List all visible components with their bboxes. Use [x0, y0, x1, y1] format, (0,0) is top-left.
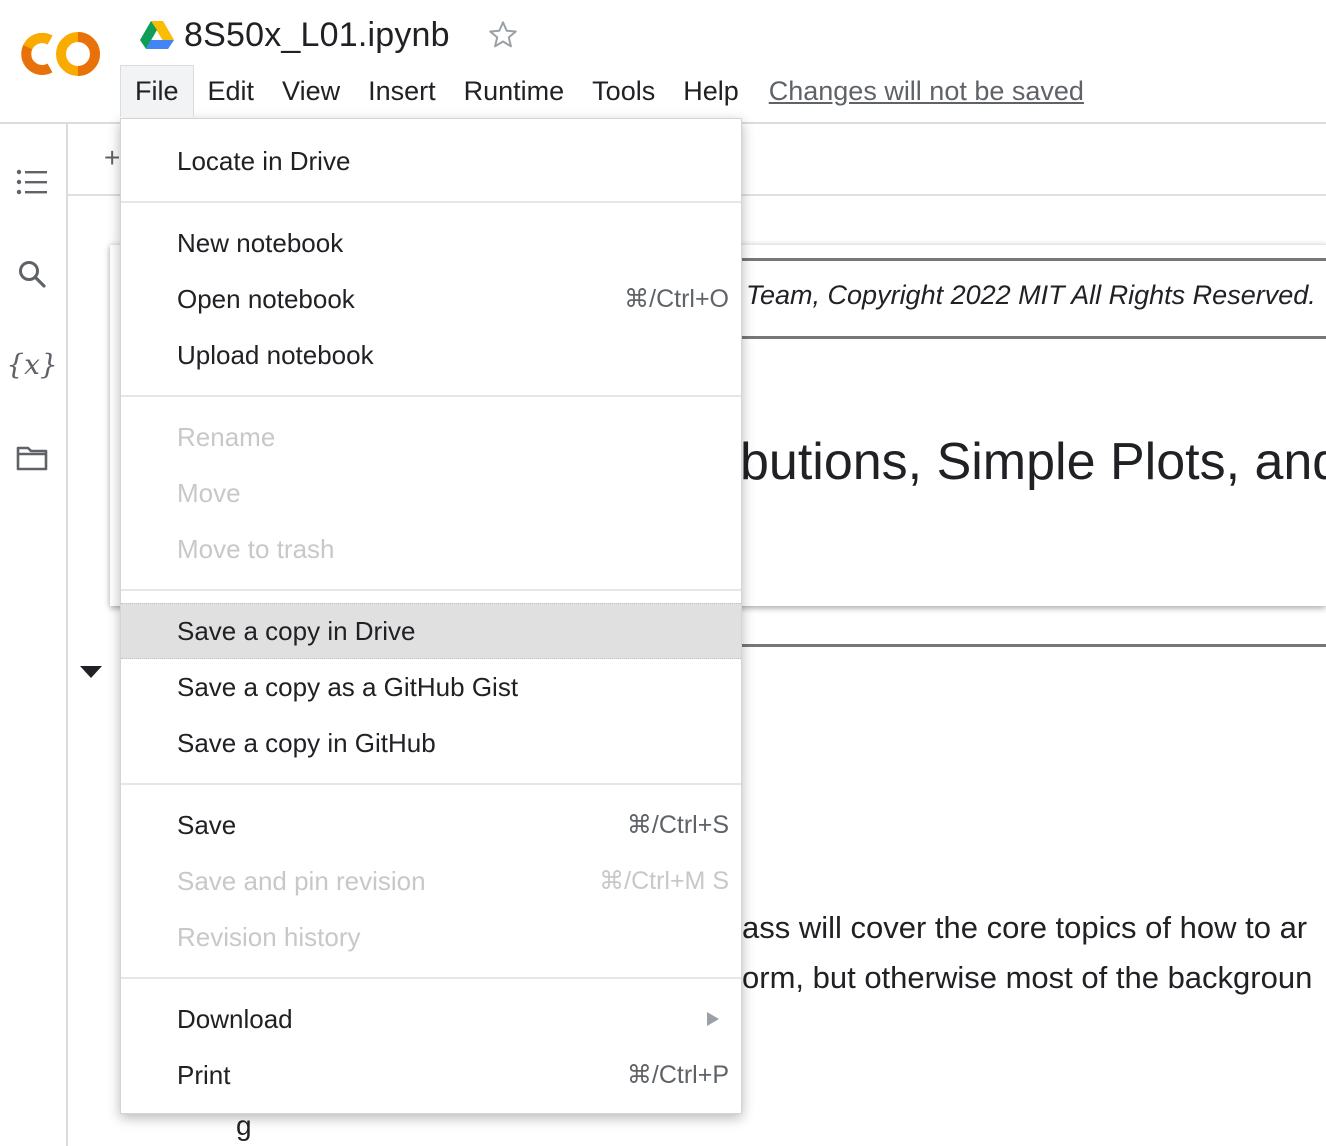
menu-item-move: Move	[177, 477, 241, 508]
menu-item-move-to-trash: Move to trash	[177, 533, 335, 564]
body-text-line: ass will cover the core topics of how to…	[742, 910, 1308, 945]
notebook-heading: butions, Simple Plots, and	[740, 433, 1326, 491]
menu-help[interactable]: Help	[669, 66, 753, 116]
menubar: File Edit View Insert Runtime Tools Help…	[120, 65, 1084, 117]
menu-runtime[interactable]: Runtime	[450, 66, 579, 116]
google-drive-icon[interactable]	[140, 20, 174, 50]
menu-item-locate-in-drive[interactable]: Locate in Drive	[121, 133, 741, 189]
cell-horizontal-rule	[742, 336, 1326, 339]
menu-separator	[121, 589, 741, 591]
star-icon[interactable]	[486, 18, 520, 52]
menu-item-save[interactable]: Save ⌘/Ctrl+S	[121, 797, 741, 853]
menu-edit[interactable]: Edit	[194, 66, 269, 116]
menu-item-rename: Rename	[177, 421, 276, 452]
shortcut-label: ⌘/Ctrl+O	[624, 285, 729, 313]
cell-horizontal-rule	[742, 258, 1326, 261]
menu-item-new-notebook[interactable]: New notebook	[121, 215, 741, 271]
menu-view[interactable]: View	[268, 66, 354, 116]
submenu-arrow-icon	[707, 1012, 719, 1026]
menu-tools[interactable]: Tools	[578, 66, 669, 116]
menu-item-open-notebook[interactable]: Open notebook ⌘/Ctrl+O	[121, 271, 741, 327]
table-of-contents-icon[interactable]	[12, 162, 52, 202]
left-sidebar-rail: {x}	[0, 124, 68, 1146]
file-menu-dropdown: Locate in Drive New notebook Open notebo…	[120, 118, 742, 1114]
collapse-section-icon[interactable]	[80, 666, 102, 678]
notebook-title[interactable]: 8S50x_L01.ipynb	[184, 16, 450, 55]
changes-not-saved-link[interactable]: Changes will not be saved	[769, 76, 1084, 107]
section-horizontal-rule	[742, 644, 1326, 647]
menu-item-revision-history: Revision history	[177, 921, 361, 952]
menu-insert[interactable]: Insert	[354, 66, 450, 116]
menu-separator	[121, 783, 741, 785]
variables-icon[interactable]: {x}	[6, 344, 57, 384]
menu-item-save-copy-github-gist[interactable]: Save a copy as a GitHub Gist	[121, 659, 741, 715]
title-row: 8S50x_L01.ipynb	[140, 12, 520, 58]
shortcut-label: ⌘/Ctrl+S	[626, 811, 729, 839]
menu-item-upload-notebook[interactable]: Upload notebook	[121, 327, 741, 383]
add-code-cell-button[interactable]: +	[104, 142, 120, 174]
menu-separator	[121, 395, 741, 397]
menu-item-save-copy-in-drive[interactable]: Save a copy in Drive	[121, 603, 741, 659]
files-folder-icon[interactable]	[12, 438, 52, 478]
shortcut-label: ⌘/Ctrl+M S	[599, 867, 729, 895]
shortcut-label: ⌘/Ctrl+P	[626, 1061, 729, 1089]
search-icon[interactable]	[12, 254, 52, 294]
menu-item-save-and-pin-revision: Save and pin revision ⌘/Ctrl+M S	[177, 865, 729, 896]
menu-item-download[interactable]: Download	[121, 991, 741, 1047]
menu-file[interactable]: File	[120, 65, 194, 117]
colab-logo[interactable]	[16, 26, 104, 82]
menu-separator	[121, 201, 741, 203]
body-text-line: orm, but otherwise most of the backgroun	[742, 960, 1313, 995]
body-text-fragment: g	[236, 1110, 252, 1141]
copyright-text: Team, Copyright 2022 MIT All Rights Rese…	[746, 280, 1316, 310]
menu-separator	[121, 977, 741, 979]
menu-item-print[interactable]: Print ⌘/Ctrl+P	[121, 1047, 741, 1103]
header-bar: 8S50x_L01.ipynb File Edit View Insert Ru…	[0, 0, 1326, 124]
menu-item-save-copy-github[interactable]: Save a copy in GitHub	[121, 715, 741, 771]
